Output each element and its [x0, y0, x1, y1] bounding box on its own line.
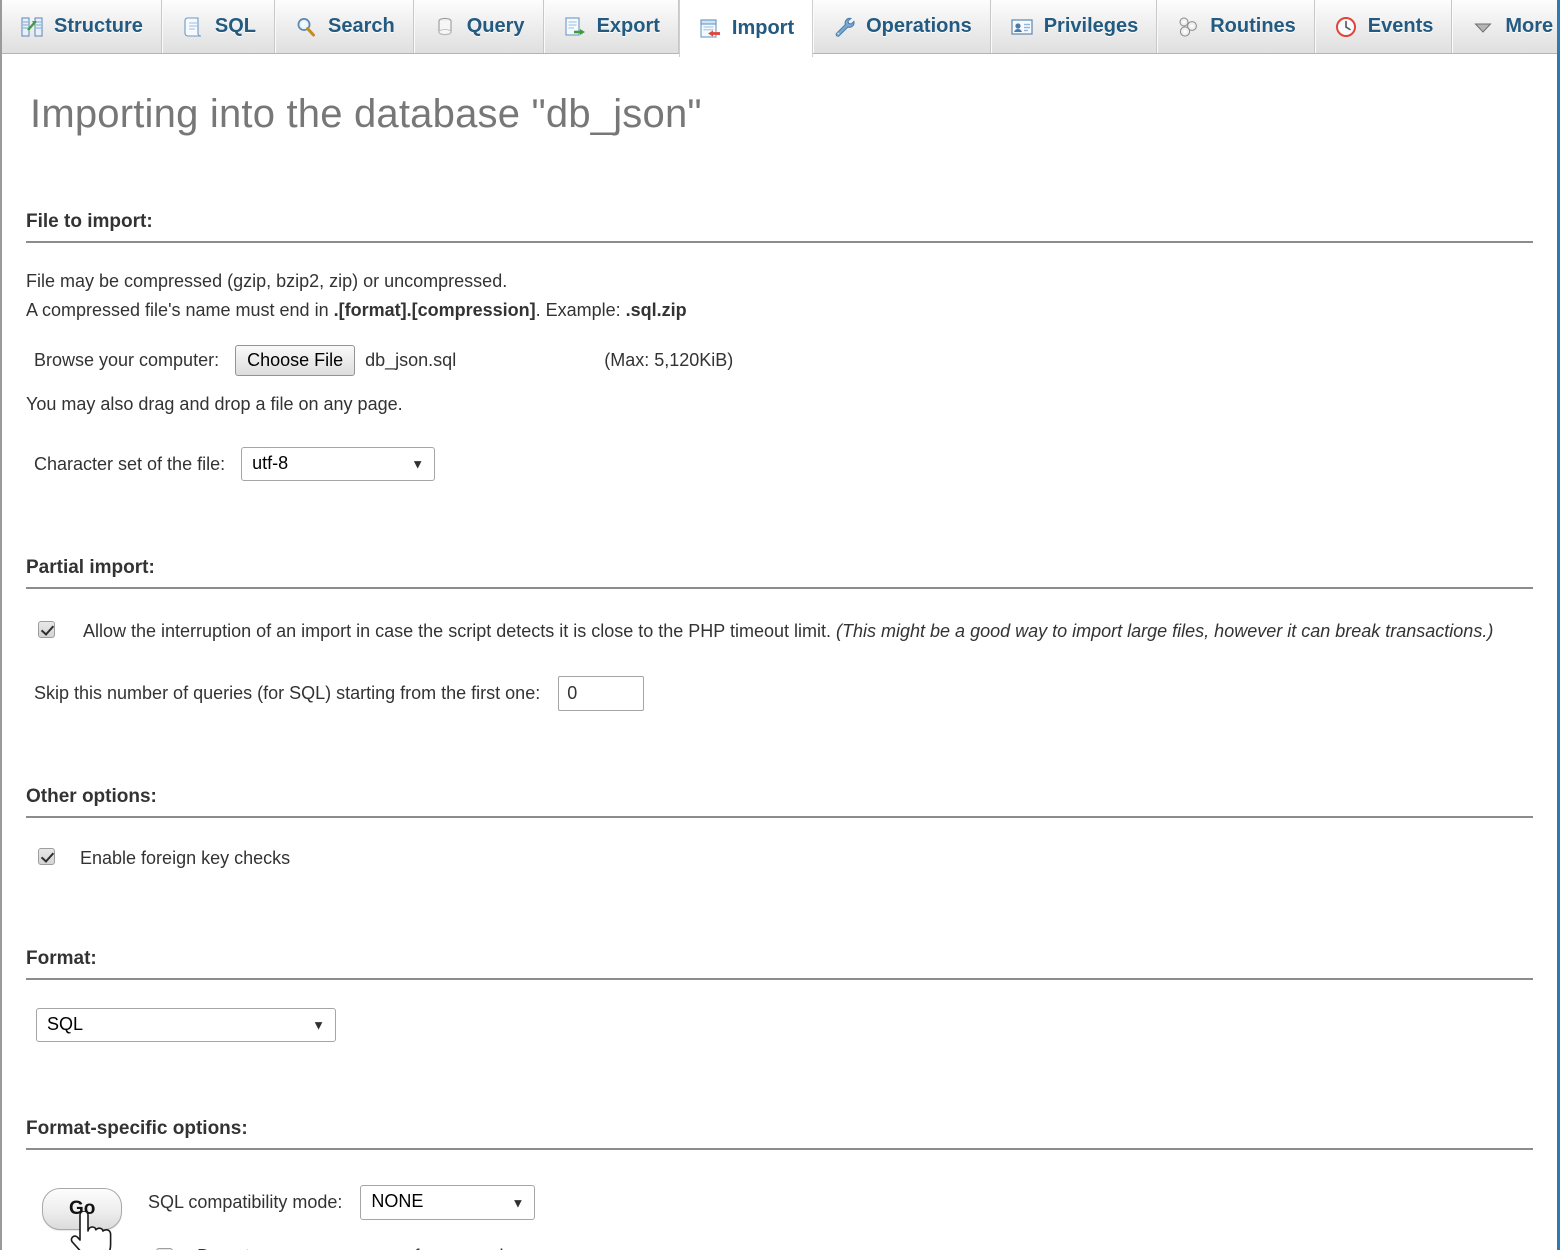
- tab-label: Query: [466, 15, 525, 37]
- export-icon: [563, 15, 587, 39]
- sql-compatibility-select[interactable]: NONE: [360, 1185, 536, 1220]
- tab-label: Routines: [1210, 15, 1296, 37]
- auto-increment-row: Do not use AUTO_INCREMENT for zero value…: [26, 1246, 1533, 1250]
- import-form: Importing into the database "db_json" Fi…: [2, 54, 1557, 1250]
- tab-label: More: [1505, 15, 1554, 37]
- tab-label: Export: [596, 15, 660, 37]
- charset-label: Character set of the file:: [34, 453, 226, 474]
- browse-label: Browse your computer:: [34, 350, 220, 371]
- tab-operations[interactable]: Operations: [813, 0, 991, 53]
- submit-area: Go: [42, 1188, 123, 1230]
- tab-label: Search: [328, 15, 395, 37]
- skip-queries-label: Skip this number of queries (for SQL) st…: [34, 682, 541, 703]
- tab-export[interactable]: Export: [543, 0, 679, 53]
- tab-import[interactable]: Import: [678, 0, 814, 57]
- structure-icon: [20, 15, 44, 39]
- tab-events[interactable]: Events: [1314, 0, 1453, 53]
- format-select-row: SQL: [26, 1007, 1533, 1043]
- auto-increment-pre: Do not use: [197, 1246, 289, 1250]
- tab-routines[interactable]: Routines: [1157, 0, 1315, 53]
- tab-sql[interactable]: SQL: [161, 0, 276, 53]
- max-size-note: (Max: 5,120KiB): [604, 350, 734, 371]
- go-button[interactable]: Go: [42, 1188, 123, 1230]
- section-heading-format: Format:: [26, 948, 1533, 980]
- page-title: Importing into the database "db_json": [30, 92, 702, 136]
- privileges-icon: [1010, 15, 1034, 39]
- charset-select[interactable]: utf-8: [241, 446, 436, 482]
- routines-icon: [1176, 15, 1200, 39]
- clock-icon: [1334, 15, 1358, 39]
- import-icon: [698, 17, 722, 41]
- allow-interruption-label: Allow the interruption of an import in c…: [83, 617, 1493, 646]
- sql-compatibility-row: SQL compatibility mode: NONE: [26, 1185, 1533, 1220]
- drag-drop-note: You may also drag and drop a file on any…: [26, 394, 403, 415]
- charset-row: Character set of the file: utf-8: [26, 446, 1533, 482]
- tab-privileges[interactable]: Privileges: [990, 0, 1158, 53]
- skip-queries-input[interactable]: [558, 675, 645, 711]
- tab-label: Privileges: [1043, 15, 1139, 37]
- main-tab-bar: Structure SQL Search Query Export Import…: [2, 0, 1557, 57]
- allow-interruption-row: Allow the interruption of an import in c…: [26, 617, 1533, 646]
- search-icon: [294, 15, 318, 39]
- tab-label: SQL: [214, 15, 257, 37]
- auto-increment-label: Do not use AUTO_INCREMENT for zero value…: [197, 1246, 533, 1250]
- allow-interruption-checkbox[interactable]: [38, 621, 55, 639]
- tab-structure[interactable]: Structure: [2, 0, 162, 53]
- sql-compatibility-label: SQL compatibility mode:: [148, 1192, 343, 1213]
- format-select-wrapper: SQL: [36, 1007, 336, 1043]
- phpmyadmin-import-page: Structure SQL Search Query Export Import…: [0, 0, 1560, 1250]
- allow-interruption-text: Allow the interruption of an import in c…: [83, 621, 837, 642]
- browse-row: Browse your computer: Choose File db_jso…: [26, 344, 1533, 377]
- sql-compatibility-select-wrapper: NONE: [360, 1185, 536, 1220]
- section-heading-partial-import: Partial import:: [26, 557, 1533, 590]
- tab-query[interactable]: Query: [413, 0, 544, 53]
- note-format-token: .[format].[compression]: [333, 300, 536, 321]
- tab-label: Events: [1367, 15, 1434, 37]
- tab-more[interactable]: More: [1452, 0, 1557, 53]
- tab-label: Import: [731, 17, 795, 39]
- choose-file-button[interactable]: Choose File: [235, 344, 356, 377]
- section-heading-other-options: Other options:: [26, 786, 1533, 818]
- allow-interruption-hint: (This might be a good way to import larg…: [836, 621, 1494, 642]
- chevron-down-icon: [1471, 15, 1495, 39]
- tab-search[interactable]: Search: [275, 0, 414, 53]
- skip-queries-row: Skip this number of queries (for SQL) st…: [26, 675, 1533, 711]
- format-select[interactable]: SQL: [36, 1007, 336, 1043]
- query-icon: [433, 15, 457, 39]
- section-heading-file-to-import: File to import:: [26, 211, 1533, 243]
- note-example-token: .sql.zip: [625, 300, 687, 321]
- tab-label: Structure: [54, 15, 143, 37]
- note-mid: . Example:: [535, 300, 626, 321]
- wrench-icon: [832, 15, 856, 39]
- section-heading-format-specific-options: Format-specific options:: [26, 1118, 1533, 1151]
- sql-icon: [181, 15, 205, 39]
- compression-note-line2: A compressed file's name must end in .[f…: [26, 297, 1533, 324]
- charset-select-wrapper: utf-8: [241, 446, 436, 482]
- selected-file-name: db_json.sql: [365, 350, 457, 371]
- tab-label: Operations: [866, 15, 972, 37]
- auto-increment-post: for zero values: [409, 1246, 532, 1250]
- foreign-key-checks-row: Enable foreign key checks: [26, 844, 1533, 873]
- compression-note: File may be compressed (gzip, bzip2, zip…: [26, 268, 1533, 325]
- compression-note-line1: File may be compressed (gzip, bzip2, zip…: [26, 271, 508, 291]
- note-pre: A compressed file's name must end in: [26, 300, 334, 321]
- foreign-key-checks-checkbox[interactable]: [38, 847, 55, 865]
- foreign-key-checks-label: Enable foreign key checks: [80, 847, 291, 868]
